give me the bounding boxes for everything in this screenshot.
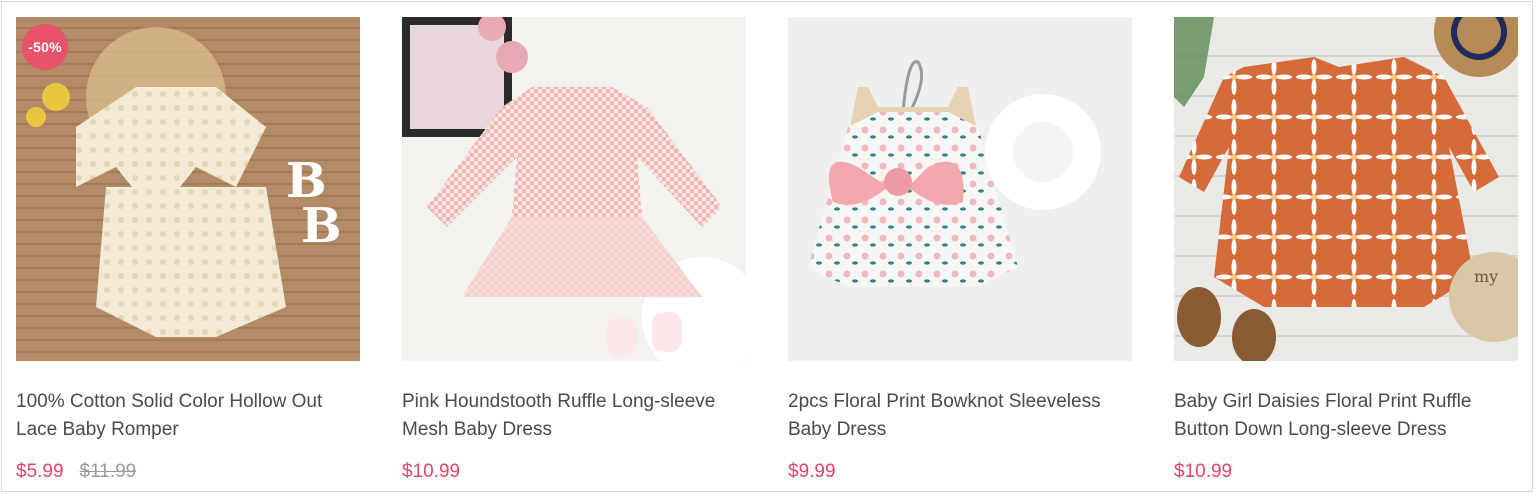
product-image[interactable] — [788, 17, 1132, 361]
sale-price: $10.99 — [1174, 461, 1233, 482]
original-price: $11.99 — [79, 461, 137, 482]
price-block: $5.99 $11.99 — [16, 460, 136, 484]
product-title-line[interactable]: Pink Houndstooth Ruffle Long-sleeve — [402, 388, 746, 416]
product-title-line[interactable]: 2pcs Floral Print Bowknot Sleeveless — [788, 388, 1132, 416]
product-image[interactable]: B B -50% — [16, 17, 360, 361]
svg-text:my: my — [1474, 267, 1498, 286]
product-grid: B B -50% 100% Cotton Solid Color Hollow … — [1, 1, 1533, 492]
price-block: $10.99 — [1174, 460, 1232, 484]
sale-price: $10.99 — [402, 461, 461, 482]
product-card[interactable]: 2pcs Floral Print Bowknot Sleeveless Bab… — [788, 17, 1132, 487]
sale-price: $9.99 — [788, 461, 836, 482]
product-title[interactable]: Baby Girl Daisies Floral Print Ruffle Bu… — [1174, 388, 1518, 444]
product-title-line[interactable]: 100% Cotton Solid Color Hollow Out — [16, 388, 360, 416]
product-title-line[interactable]: Baby Girl Daisies Floral Print Ruffle — [1174, 388, 1518, 416]
product-title-line[interactable]: Mesh Baby Dress — [402, 416, 746, 444]
price-block: $9.99 — [788, 460, 836, 484]
product-image[interactable] — [402, 17, 746, 361]
product-card[interactable]: Pink Houndstooth Ruffle Long-sleeve Mesh… — [402, 17, 746, 487]
product-title-line[interactable]: Baby Dress — [788, 416, 1132, 444]
product-title[interactable]: 2pcs Floral Print Bowknot Sleeveless Bab… — [788, 388, 1132, 444]
discount-badge: -50% — [22, 24, 68, 70]
product-title[interactable]: Pink Houndstooth Ruffle Long-sleeve Mesh… — [402, 388, 746, 444]
sale-price: $5.99 — [16, 461, 64, 482]
product-image[interactable]: my — [1174, 17, 1518, 361]
product-title-line[interactable]: Button Down Long-sleeve Dress — [1174, 416, 1518, 444]
product-card[interactable]: B B -50% 100% Cotton Solid Color Hollow … — [16, 17, 360, 487]
product-title-line[interactable]: Lace Baby Romper — [16, 416, 360, 444]
product-title[interactable]: 100% Cotton Solid Color Hollow Out Lace … — [16, 388, 360, 444]
product-card[interactable]: my Baby Girl Daisies Floral Print Ruffle… — [1174, 17, 1518, 487]
svg-text:B: B — [301, 198, 342, 254]
price-block: $10.99 — [402, 460, 460, 484]
